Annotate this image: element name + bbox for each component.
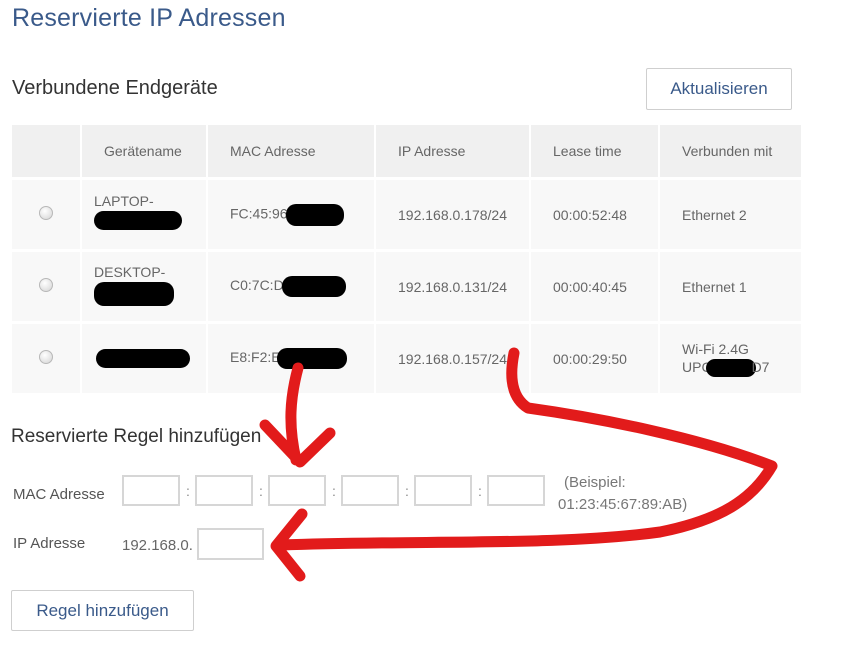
redaction-mark [94,281,174,306]
device-ip: 192.168.0.178/24 [375,177,531,251]
device-connected-to: Ethernet 2 [659,177,801,251]
device-connected-to-line2-end: D7 [751,358,770,375]
device-connected-to-line1: Wi-Fi 2.4G [682,340,749,357]
device-mac: FC:45:96 [230,205,288,222]
device-lease-time: 00:00:40:45 [530,249,660,323]
devices-table: Gerätename MAC Adresse IP Adresse Lease … [12,125,801,393]
device-mac: C0:7C:D [230,277,284,294]
section-title-devices: Verbundene Endgeräte [12,77,218,99]
mac-example-line2: 01:23:45:67:89:AB) [558,496,688,513]
mac-octet-2-input[interactable] [195,475,253,506]
redaction-mark [94,211,182,230]
device-radio[interactable] [39,206,53,220]
mac-separator: : [259,483,263,499]
device-lease-time: 00:00:52:48 [530,177,660,251]
device-mac: E8:F2:E [230,349,281,366]
redaction-mark [276,348,347,369]
redaction-mark [705,359,756,378]
mac-example-hint: (Beispiel: 01:23:45:67:89:AB) [558,472,718,516]
ip-address-label: IP Adresse [13,535,86,552]
device-lease-time: 00:00:29:50 [530,321,660,393]
device-ip: 192.168.0.157/24 [375,321,531,393]
device-connected-to: Wi-Fi 2.4G UPC D7 [659,321,801,393]
mac-octet-4-input[interactable] [341,475,399,506]
redaction-mark [281,276,346,297]
column-header-ip: IP Adresse [375,125,531,179]
device-connected-to: Ethernet 1 [659,249,801,323]
page-title: Reservierte IP Adressen [12,4,286,32]
mac-octet-6-input[interactable] [487,475,545,506]
table-row[interactable]: LAPTOP- FC:45:96 192.168.0.178/24 00:00:… [12,177,801,251]
column-header-device-name: Gerätename [81,125,208,179]
table-row[interactable]: DESKTOP- C0:7C:D 192.168.0.131/24 00:00:… [12,249,801,323]
mac-octet-3-input[interactable] [268,475,326,506]
ip-prefix: 192.168.0. [122,537,193,554]
column-header-connected-to: Verbunden mit [659,125,801,179]
table-header-row: Gerätename MAC Adresse IP Adresse Lease … [12,125,801,179]
mac-example-line1: (Beispiel: [564,474,626,491]
redaction-mark [96,349,190,368]
device-radio[interactable] [39,350,53,364]
mac-separator: : [186,483,190,499]
column-header-select [12,125,82,179]
add-rule-button[interactable]: Regel hinzufügen [11,590,194,631]
ip-last-octet-input[interactable] [197,528,264,560]
section-title-add-rule: Reservierte Regel hinzufügen [11,426,262,447]
column-header-mac: MAC Adresse [207,125,376,179]
device-name: LAPTOP- [94,193,154,209]
redaction-mark [285,203,344,226]
refresh-button[interactable]: Aktualisieren [646,68,792,110]
mac-octet-1-input[interactable] [122,475,180,506]
column-header-lease-time: Lease time [530,125,660,179]
device-name: DESKTOP- [94,263,166,280]
mac-separator: : [478,483,482,499]
mac-address-label: MAC Adresse [13,486,105,503]
table-row[interactable]: E8:F2:E 192.168.0.157/24 00:00:29:50 Wi-… [12,321,801,393]
mac-separator: : [332,483,336,499]
mac-octet-5-input[interactable] [414,475,472,506]
mac-separator: : [405,483,409,499]
device-ip: 192.168.0.131/24 [375,249,531,323]
device-radio[interactable] [39,278,53,292]
